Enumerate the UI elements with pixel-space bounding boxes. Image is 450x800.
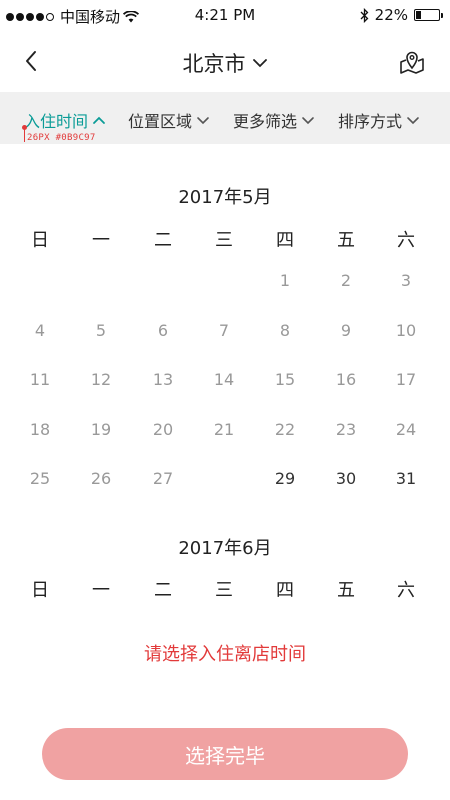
calendar-day[interactable]: 11 xyxy=(18,359,62,399)
calendar-day[interactable]: 5 xyxy=(79,310,123,350)
calendar-day[interactable]: 26 xyxy=(79,458,123,498)
calendar-day[interactable]: 17 xyxy=(384,359,428,399)
calendar-day[interactable]: 14 xyxy=(202,359,246,399)
empty-day-cell xyxy=(79,260,123,300)
calendar-day[interactable]: 29 xyxy=(263,458,307,498)
calendar-day[interactable]: 23 xyxy=(324,409,368,449)
status-right: 22% xyxy=(360,6,443,24)
weekday-label: 一 xyxy=(92,230,110,251)
annotation-line xyxy=(24,128,25,142)
weekday-row-may: 日 一 二 三 四 五 六 xyxy=(0,219,450,259)
month-title-may: 2017年5月 xyxy=(178,187,272,208)
annotation-text: 26PX #0B9C97 xyxy=(27,133,96,143)
chevron-up-icon xyxy=(93,116,105,124)
calendar-day[interactable]: 21 xyxy=(202,409,246,449)
battery-icon xyxy=(414,9,443,21)
calendar-day[interactable]: 10 xyxy=(384,310,428,350)
calendar-day[interactable]: 13 xyxy=(141,359,185,399)
calendar-day[interactable]: 9 xyxy=(324,310,368,350)
calendar-day[interactable]: 30 xyxy=(324,458,368,498)
chevron-down-icon xyxy=(197,117,209,125)
calendar-week-row: 4 5 6 7 8 9 10 xyxy=(0,310,450,350)
weekday-label: 日 xyxy=(31,230,49,251)
calendar-week-row: 18 19 20 21 22 23 24 xyxy=(0,409,450,449)
calendar-day[interactable]: 24 xyxy=(384,409,428,449)
calendar-day[interactable]: 7 xyxy=(202,310,246,350)
calendar-day[interactable]: 31 xyxy=(384,458,428,498)
calendar-day[interactable]: 27 xyxy=(141,458,185,498)
weekday-label: 五 xyxy=(337,230,355,251)
weekday-label: 二 xyxy=(154,230,172,251)
calendar-day[interactable]: 12 xyxy=(79,359,123,399)
calendar-week-row: 25 26 27 28 29 30 31 xyxy=(0,458,450,498)
calendar-day[interactable]: 6 xyxy=(141,310,185,350)
weekday-label: 二 xyxy=(154,580,172,601)
calendar-day-selected[interactable]: 28 xyxy=(202,458,246,498)
filter-label: 排序方式 xyxy=(338,112,403,131)
weekday-label: 日 xyxy=(31,580,49,601)
weekday-label: 一 xyxy=(92,580,110,601)
empty-day-cell xyxy=(141,260,185,300)
calendar-day[interactable]: 22 xyxy=(263,409,307,449)
confirm-selection-button[interactable]: 选择完毕 xyxy=(42,728,408,780)
empty-day-cell xyxy=(18,260,62,300)
filter-checkin-time[interactable]: 入住时间 xyxy=(24,108,106,132)
weekday-label: 四 xyxy=(276,580,294,601)
calendar-day[interactable]: 8 xyxy=(263,310,307,350)
calendar-day[interactable]: 15 xyxy=(263,359,307,399)
calendar-day[interactable]: 25 xyxy=(18,458,62,498)
map-location-icon xyxy=(400,51,424,74)
city-selector: 北京市 xyxy=(0,48,450,78)
calendar-day[interactable]: 20 xyxy=(141,409,185,449)
filter-more[interactable]: 更多筛选 xyxy=(233,108,315,132)
weekday-label: 四 xyxy=(276,230,294,251)
calendar-day[interactable]: 1 xyxy=(263,260,307,300)
weekday-row-june: 日 一 二 三 四 五 六 xyxy=(0,569,450,609)
calendar-day[interactable]: 2 xyxy=(324,260,368,300)
battery-percent: 22% xyxy=(374,6,408,24)
filter-label: 入住时间 xyxy=(24,112,89,131)
weekday-label: 三 xyxy=(215,230,233,251)
weekday-label: 六 xyxy=(397,580,415,601)
weekday-label: 五 xyxy=(337,580,355,601)
select-dates-hint: 请选择入住离店时间 xyxy=(144,644,306,665)
map-button[interactable] xyxy=(396,46,428,78)
status-bar: 中国移动 4:21 PM 22% xyxy=(0,0,450,32)
chevron-down-icon xyxy=(302,117,314,125)
chevron-down-icon xyxy=(407,117,419,125)
filter-location[interactable]: 位置区域 xyxy=(128,108,210,132)
month-title-june: 2017年6月 xyxy=(178,538,272,559)
weekday-label: 六 xyxy=(397,230,415,251)
calendar-week-row: 123 xyxy=(0,260,450,300)
nav-bar: 北京市 xyxy=(0,32,450,90)
chevron-down-icon xyxy=(252,59,267,68)
city-name: 北京市 xyxy=(182,52,246,76)
filter-label: 更多筛选 xyxy=(233,112,298,131)
filter-label: 位置区域 xyxy=(128,112,193,131)
bluetooth-icon xyxy=(360,7,369,23)
calendar-week-row: 11 12 13 14 15 16 17 xyxy=(0,359,450,399)
weekday-label: 三 xyxy=(215,580,233,601)
calendar-day[interactable]: 18 xyxy=(18,409,62,449)
city-dropdown[interactable]: 北京市 xyxy=(183,48,268,78)
calendar-day[interactable]: 3 xyxy=(384,260,428,300)
filter-sort[interactable]: 排序方式 xyxy=(338,108,420,132)
calendar-day[interactable]: 16 xyxy=(324,359,368,399)
calendar-day[interactable]: 4 xyxy=(18,310,62,350)
calendar-day[interactable]: 19 xyxy=(79,409,123,449)
empty-day-cell xyxy=(202,260,246,300)
